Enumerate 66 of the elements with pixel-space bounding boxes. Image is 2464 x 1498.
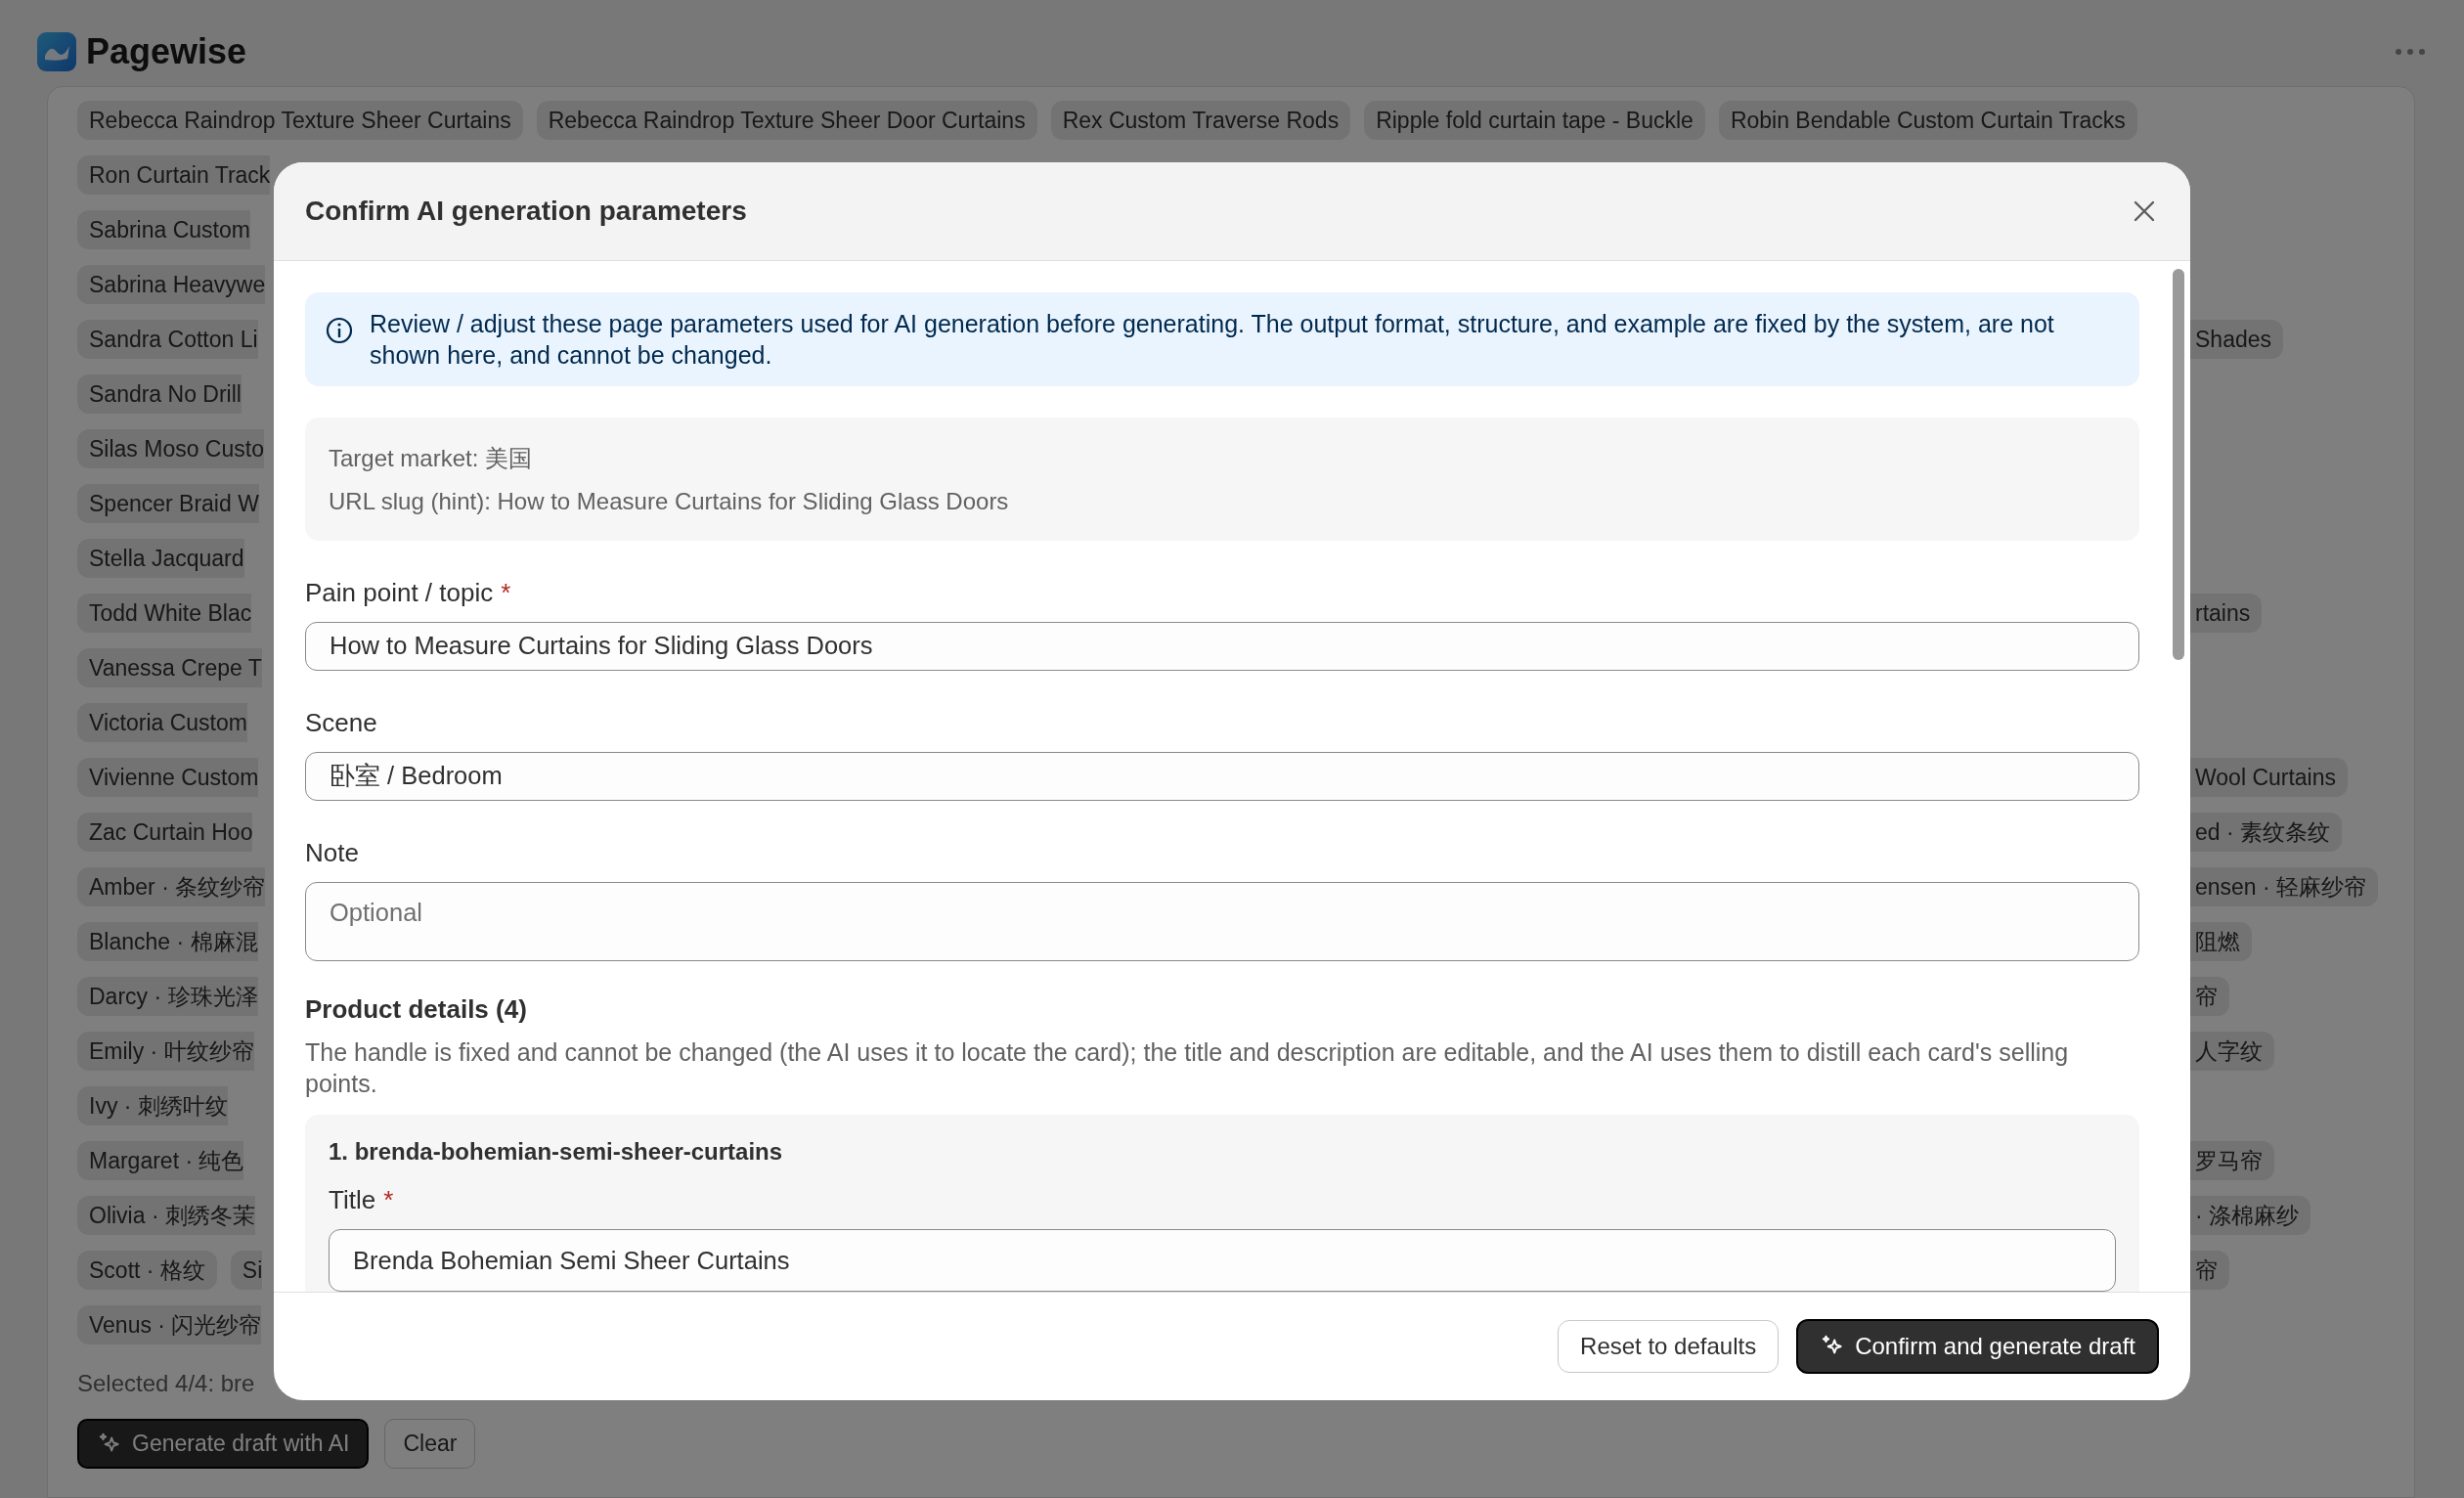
product-chip[interactable]: Sandra No Drill bbox=[77, 374, 242, 414]
product-chip[interactable]: 阻燃 bbox=[2189, 922, 2252, 961]
product-chip[interactable]: Ron Curtain Track bbox=[77, 155, 271, 195]
product-chip[interactable]: Emily · 叶纹纱帘 bbox=[77, 1032, 254, 1071]
page-button[interactable]: Clear bbox=[384, 1419, 476, 1469]
title-field[interactable]: Brenda Bohemian Semi Sheer Curtains bbox=[329, 1229, 2116, 1292]
product-chip[interactable]: ensen · 轻麻纱帘 bbox=[2189, 867, 2379, 906]
product-chip[interactable]: 帘 bbox=[2189, 977, 2229, 1016]
product-chip[interactable]: ed · 素纹条纹 bbox=[2189, 813, 2343, 852]
product-chip[interactable]: Wool Curtains bbox=[2189, 758, 2349, 797]
product-chip[interactable]: Amber · 条纹纱帘 bbox=[77, 867, 266, 906]
product-chip[interactable]: Si bbox=[230, 1251, 263, 1290]
product-chip[interactable]: Sabrina Custom bbox=[77, 210, 250, 249]
product-chip[interactable]: Robin Bendable Custom Curtain Tracks bbox=[1718, 101, 2137, 140]
product-chip[interactable]: Ivy · 刺绣叶纹 bbox=[77, 1086, 228, 1125]
product-chip[interactable]: 罗马帘 bbox=[2189, 1141, 2274, 1180]
product-chip[interactable]: Victoria Custom bbox=[77, 703, 247, 742]
product-chip[interactable]: Rebecca Raindrop Texture Sheer Curtains bbox=[77, 101, 523, 140]
dialog-button[interactable]: Confirm and generate draft bbox=[1796, 1319, 2159, 1374]
product-chip[interactable]: Blanche · 棉麻混 bbox=[77, 922, 258, 961]
product-chip[interactable]: Margaret · 纯色 bbox=[77, 1141, 244, 1180]
section-description: The handle is fixed and cannot be changed (the AI uses it to locate the card); the title and description are editable, and the AI uses them to distill each card's selling points. bbox=[305, 1037, 2070, 1099]
dialog-title: Confirm AI generation parameters bbox=[305, 196, 747, 227]
page-button[interactable]: Generate draft with AI bbox=[77, 1419, 370, 1469]
section-heading: Product details (4) bbox=[305, 994, 528, 1025]
input-field[interactable]: How to Measure Curtains for Sliding Glass Doors bbox=[305, 622, 2139, 671]
product-chip[interactable]: Zac Curtain Hoo bbox=[77, 813, 253, 852]
product-chip[interactable]: Spencer Braid W bbox=[77, 484, 259, 523]
product-chip[interactable]: Sandra Cotton Li bbox=[77, 320, 258, 359]
product-chip[interactable]: Silas Moso Custo bbox=[77, 429, 264, 468]
note-field[interactable]: Optional bbox=[305, 881, 2139, 961]
input-field[interactable]: 卧室 / Bedroom bbox=[305, 751, 2139, 801]
field-label: Scene bbox=[305, 707, 377, 738]
product-chip[interactable]: Rebecca Raindrop Texture Sheer Door Curtains bbox=[536, 101, 1037, 140]
product-chip[interactable]: Shades bbox=[2189, 320, 2283, 359]
product-chip[interactable]: Darcy · 珍珠光泽 bbox=[77, 977, 258, 1016]
app-title: Pagewise bbox=[86, 31, 247, 72]
product-chip[interactable]: Vivienne Custom bbox=[77, 758, 259, 797]
product-chip[interactable]: · 涤棉麻纱 bbox=[2189, 1196, 2311, 1235]
product-chip[interactable]: Sabrina Heavywe bbox=[77, 265, 266, 304]
info-icon bbox=[325, 316, 354, 345]
info-line: Target market: 美国 bbox=[329, 444, 534, 473]
field-label: Title bbox=[329, 1185, 376, 1215]
product-handle: 1. brenda-bohemian-semi-sheer-curtains bbox=[329, 1138, 784, 1166]
required-mark: * bbox=[501, 578, 511, 608]
notice-text: Review / adjust these page parameters used for AI generation before generating. The output format, structure, and example are fixed by the system, are not shown here, and cannot be changed. bbox=[370, 309, 2055, 371]
product-chip[interactable]: Ripple fold curtain tape - Buckle bbox=[1364, 101, 1705, 140]
more-icon[interactable] bbox=[2394, 47, 2427, 57]
product-chip[interactable]: 帘 bbox=[2189, 1251, 2229, 1290]
field-label: Pain point / topic bbox=[305, 578, 494, 608]
scrollbar[interactable] bbox=[2173, 269, 2184, 660]
selection-summary: Selected 4/4: bre bbox=[77, 1370, 255, 1397]
product-chip[interactable]: rtains bbox=[2189, 594, 2263, 633]
info-line: URL slug (hint): How to Measure Curtains for Sliding Glass Doors bbox=[329, 488, 1010, 515]
required-mark: * bbox=[383, 1185, 394, 1215]
app-logo-icon bbox=[37, 32, 76, 71]
product-chip[interactable]: Vanessa Crepe T bbox=[77, 648, 262, 687]
product-chip[interactable]: 人字纹 bbox=[2189, 1032, 2274, 1071]
product-chip[interactable]: Todd White Blac bbox=[77, 594, 252, 633]
field-label: Note bbox=[305, 837, 359, 868]
product-chip[interactable]: Stella Jacquard bbox=[77, 539, 244, 578]
product-chip[interactable]: Venus · 闪光纱帘 bbox=[77, 1305, 262, 1344]
dialog-button[interactable]: Reset to defaults bbox=[1558, 1320, 1780, 1373]
product-chip[interactable]: Scott · 格纹 bbox=[77, 1251, 217, 1290]
product-chip[interactable]: Rex Custom Traverse Rods bbox=[1050, 101, 1351, 140]
product-chip[interactable]: Olivia · 刺绣冬茉 bbox=[77, 1196, 255, 1235]
